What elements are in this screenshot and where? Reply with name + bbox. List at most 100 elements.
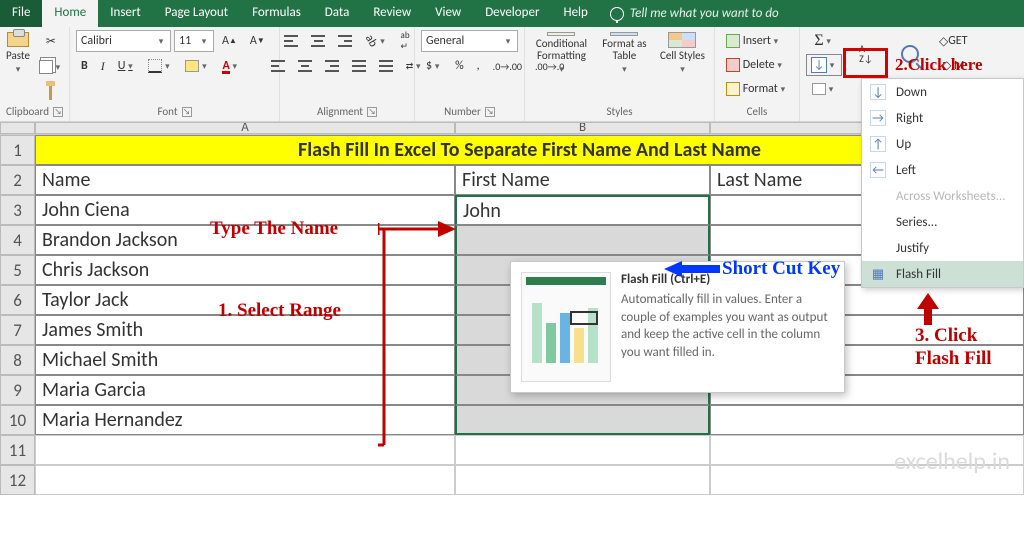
tab-view[interactable]: View [423, 0, 473, 27]
tab-review[interactable]: Review [361, 0, 423, 27]
increase-indent-button[interactable] [374, 55, 398, 77]
tell-me-search[interactable]: Tell me what you want to do [600, 0, 789, 27]
cell-a8[interactable]: Michael Smith [35, 345, 455, 375]
number-format-select[interactable]: General▾ [421, 30, 518, 52]
conditional-formatting-button[interactable]: Conditional Formatting▾ [531, 30, 592, 75]
italic-button[interactable]: I [96, 55, 110, 77]
row-header-4[interactable]: 4 [0, 225, 35, 255]
col-header-a[interactable]: A [35, 122, 455, 134]
bold-button[interactable]: B [76, 55, 93, 77]
font-color-button[interactable]: A▾ [217, 55, 244, 77]
cell-a5[interactable]: Chris Jackson [35, 255, 455, 285]
row-header-9[interactable]: 9 [0, 375, 35, 405]
fill-up-item[interactable]: ↑Up [862, 131, 1023, 157]
find-select-button[interactable] [890, 30, 930, 75]
fill-color-button[interactable]: ▾ [180, 55, 214, 77]
border-icon [148, 59, 162, 73]
tab-insert[interactable]: Insert [98, 0, 153, 27]
font-family-select[interactable]: Calibri▾ [76, 30, 171, 52]
cell-a6[interactable]: Taylor Jack [35, 285, 455, 315]
fill-flashfill-item[interactable]: ▦Flash Fill [862, 261, 1023, 287]
cell-a7[interactable]: James Smith [35, 315, 455, 345]
row-header-10[interactable]: 10 [0, 405, 35, 435]
header-first[interactable]: First Name [455, 165, 710, 195]
cell-a12[interactable] [35, 465, 455, 495]
fill-down-item[interactable]: ↓Down [862, 79, 1023, 105]
get-addin-button[interactable]: ◇ GET [934, 30, 973, 52]
paste-button[interactable]: Paste▾ [6, 30, 30, 75]
comma-format-button[interactable]: , [472, 55, 485, 77]
tab-developer[interactable]: Developer [473, 0, 551, 27]
clipboard-launcher[interactable]: ↘ [53, 107, 63, 117]
accounting-format-button[interactable]: $▾ [421, 55, 447, 77]
tab-formulas[interactable]: Formulas [240, 0, 313, 27]
my-addins-button[interactable]: ◇ M [937, 54, 969, 76]
row-header-5[interactable]: 5 [0, 255, 35, 285]
increase-decimal-button[interactable]: .0→.00 [488, 55, 527, 77]
align-center-button[interactable] [293, 55, 317, 77]
percent-format-button[interactable]: % [450, 55, 469, 77]
cell-c10[interactable] [710, 405, 1024, 435]
underline-button[interactable]: U▾ [113, 55, 141, 77]
cell-b4[interactable] [455, 225, 710, 255]
select-all-corner[interactable] [0, 122, 35, 134]
decrease-font-button[interactable]: A▼ [245, 30, 270, 52]
delete-cells-button[interactable]: Delete▾ [721, 54, 790, 76]
cell-styles-button[interactable]: Cell Styles▾ [657, 30, 708, 75]
fill-series-item[interactable]: Series... [862, 209, 1023, 235]
cell-a10[interactable]: Maria Hernandez [35, 405, 455, 435]
autosum-button[interactable]: Σ▾ [809, 30, 838, 52]
row-header-3[interactable]: 3 [0, 195, 35, 225]
cell-b12[interactable] [455, 465, 710, 495]
sort-filter-button[interactable]: AZ↓ [846, 30, 886, 75]
orientation-button[interactable]: ab▾ [360, 30, 392, 52]
row-header-1[interactable]: 1 [0, 135, 35, 165]
number-launcher[interactable]: ↘ [485, 107, 495, 117]
decrease-indent-button[interactable] [347, 55, 371, 77]
row-header-12[interactable]: 12 [0, 465, 35, 495]
format-painter-button[interactable] [44, 82, 57, 104]
tab-help[interactable]: Help [551, 0, 599, 27]
align-top-button[interactable] [279, 30, 303, 52]
borders-button[interactable]: ▾ [143, 55, 177, 77]
row-header-6[interactable]: 6 [0, 285, 35, 315]
cell-a3[interactable]: John Ciena [35, 195, 455, 225]
fill-justify-item[interactable]: Justify [862, 235, 1023, 261]
clear-button[interactable]: ▾ [807, 78, 841, 100]
tab-pagelayout[interactable]: Page Layout [153, 0, 240, 27]
font-launcher[interactable]: ↘ [182, 107, 192, 117]
col-header-b[interactable]: B [455, 122, 710, 134]
tooltip-title: Flash Fill (Ctrl+E) [621, 272, 834, 287]
cell-a11[interactable] [35, 435, 455, 465]
fill-button[interactable]: ↓▾ [806, 54, 842, 76]
row-header-11[interactable]: 11 [0, 435, 35, 465]
copy-button[interactable]: ▾ [34, 56, 68, 78]
cell-b10[interactable] [455, 405, 710, 435]
group-clipboard: Paste▾ ✂ ▾ Clipboard↘ [0, 27, 70, 121]
cell-b11[interactable] [455, 435, 710, 465]
align-right-button[interactable] [320, 55, 344, 77]
format-cells-button[interactable]: Format▾ [721, 78, 793, 100]
insert-cells-button[interactable]: Insert▾ [721, 30, 786, 52]
fill-right-item[interactable]: →Right [862, 105, 1023, 131]
cell-a4[interactable]: Brandon Jackson [35, 225, 455, 255]
align-middle-button[interactable] [306, 30, 330, 52]
tab-home[interactable]: Home [42, 0, 98, 27]
tab-data[interactable]: Data [313, 0, 362, 27]
increase-font-button[interactable]: A▲ [217, 30, 242, 52]
format-as-table-button[interactable]: Format as Table▾ [596, 30, 653, 75]
header-name[interactable]: Name [35, 165, 455, 195]
cell-b3[interactable]: John [455, 195, 710, 225]
wrap-text-button[interactable]: ab↵ [396, 30, 415, 52]
align-bottom-button[interactable] [333, 30, 357, 52]
alignment-launcher[interactable]: ↘ [367, 107, 377, 117]
cell-a9[interactable]: Maria Garcia [35, 375, 455, 405]
fill-left-item[interactable]: ←Left [862, 157, 1023, 183]
row-header-7[interactable]: 7 [0, 315, 35, 345]
cut-button[interactable]: ✂ [41, 30, 61, 52]
row-header-8[interactable]: 8 [0, 345, 35, 375]
row-header-2[interactable]: 2 [0, 165, 35, 195]
font-size-select[interactable]: 11▾ [174, 30, 214, 52]
tab-file[interactable]: File [0, 0, 42, 27]
align-left-button[interactable] [266, 55, 290, 77]
